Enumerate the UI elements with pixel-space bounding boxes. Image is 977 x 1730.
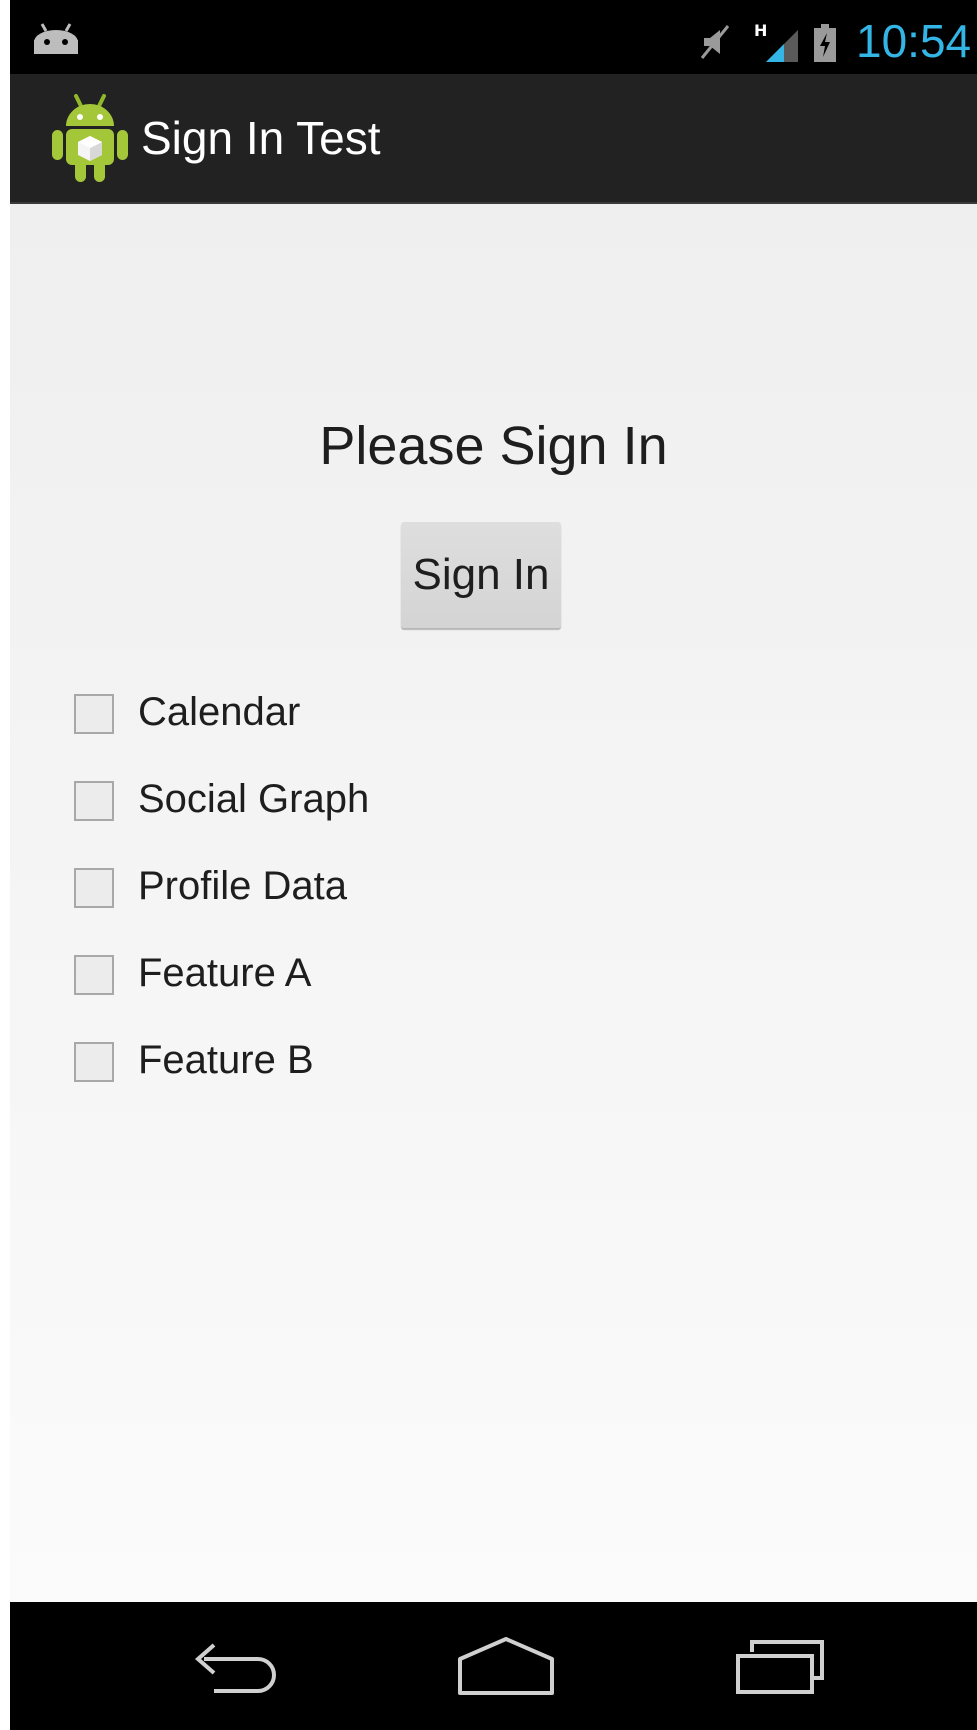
option-label: Calendar [138, 690, 301, 734]
sign-in-prompt: Please Sign In [319, 416, 668, 476]
calendar-checkbox[interactable] [74, 694, 114, 734]
status-bar: H 10:54 [10, 0, 977, 74]
main-content: Please Sign In Sign In Calendar Social G… [10, 204, 977, 1602]
back-button[interactable] [162, 1622, 302, 1712]
sign-in-button[interactable]: Sign In [401, 522, 561, 628]
social-graph-checkbox[interactable] [74, 781, 114, 821]
option-label: Social Graph [138, 777, 370, 821]
back-icon [194, 1643, 276, 1693]
battery-charging-icon [814, 24, 836, 62]
option-profile-data[interactable]: Profile Data [74, 856, 774, 916]
network-type-label: H [754, 22, 767, 40]
home-icon [458, 1637, 554, 1695]
feature-a-checkbox[interactable] [74, 955, 114, 995]
option-label: Profile Data [138, 864, 347, 908]
home-button[interactable] [436, 1622, 576, 1712]
notification-android-icon [34, 23, 78, 54]
option-feature-a[interactable]: Feature A [74, 943, 774, 1003]
navigation-bar [10, 1602, 977, 1730]
feature-b-checkbox[interactable] [74, 1042, 114, 1082]
device-screen: H 10:54 Sign In Test Please Sign In Sign… [10, 0, 977, 1730]
mute-icon [700, 25, 730, 59]
recent-apps-icon [736, 1640, 824, 1694]
app-title: Sign In Test [141, 112, 381, 164]
option-label: Feature A [138, 951, 312, 995]
android-app-icon [52, 94, 128, 182]
signal-icon: H [754, 22, 798, 62]
option-feature-b[interactable]: Feature B [74, 1030, 774, 1090]
recent-apps-button[interactable] [710, 1622, 850, 1712]
option-label: Feature B [138, 1038, 314, 1082]
action-bar: Sign In Test [10, 74, 977, 204]
option-social-graph[interactable]: Social Graph [74, 769, 774, 829]
profile-data-checkbox[interactable] [74, 868, 114, 908]
status-clock: 10:54 [856, 15, 972, 67]
option-calendar[interactable]: Calendar [74, 682, 774, 742]
